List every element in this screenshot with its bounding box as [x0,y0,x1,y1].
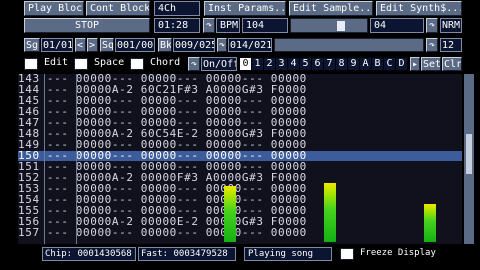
track-digit[interactable]: 4 [288,58,299,70]
slider-value: 04 [370,18,424,33]
clr-button[interactable]: Clr [442,57,462,71]
arrow-icon: ↷ [190,59,198,70]
cont-block-button[interactable]: Cont Block [86,1,150,16]
prev-button[interactable]: < [75,38,86,52]
edit-synth-button[interactable]: Edit Synth$... [376,1,462,16]
bpm-label: BPM [216,18,240,33]
pattern-scrollbar[interactable] [464,74,474,244]
block-toggle-button[interactable]: ↷ [217,38,227,52]
track-digit[interactable]: 9 [348,58,359,70]
lines-toggle-button[interactable]: ↷ [426,38,438,52]
scroll-right-button[interactable]: ▸ [410,57,420,71]
block-label: Bk [158,38,172,52]
bpm-toggle-button[interactable]: ↷ [203,18,215,33]
bpm-value[interactable]: 104 [242,18,288,33]
pattern-editor[interactable]: 143 --- 00000--- 00000--- 00000--- 00000… [18,74,462,244]
track-digit[interactable]: D [396,58,407,70]
arrow-icon: ↷ [205,20,213,31]
track-digit[interactable]: 6 [312,58,323,70]
chord-label: Chord [150,57,181,68]
on-off-toggle-button[interactable]: ↷ [188,57,200,71]
edit-label: Edit [44,57,69,68]
block-scroll-area[interactable] [274,38,424,52]
chip-memory: Chip: 0001430568 [42,247,136,261]
vu-meter-track-2 [224,186,236,242]
space-label: Space [94,57,125,68]
sequence-label: Sq [100,38,114,52]
track-digit[interactable]: 7 [324,58,335,70]
lines-value: 12 [440,38,462,52]
time-display: 01:28 [154,18,200,33]
slider-handle[interactable] [337,21,345,31]
next-button[interactable]: > [87,38,98,52]
block-lines: 014/021 [228,38,272,52]
track-digit[interactable]: B [372,58,383,70]
column-divider [76,74,77,244]
arrow-icon: ↷ [218,40,226,51]
edit-checkbox[interactable] [24,58,38,70]
arrow-icon: ↷ [428,20,436,31]
track-digit[interactable]: 3 [276,58,287,70]
track-digit[interactable]: C [384,58,395,70]
scrollbar-thumb[interactable] [466,134,472,174]
track-digit[interactable]: 0 [240,58,251,70]
column-divider [44,74,45,244]
volume-slider[interactable] [290,18,368,33]
fast-memory: Fast: 0003479528 [138,247,236,261]
freeze-display-checkbox[interactable] [340,248,354,260]
track-digit[interactable]: 2 [264,58,275,70]
edit-sample-button[interactable]: Edit Sample... [289,1,373,16]
on-off-label: On/Off [201,57,237,71]
channels-display: 4Ch [154,1,200,16]
inst-params-button[interactable]: Inst Params... [204,1,286,16]
vu-meter-track-3 [324,183,336,242]
track-digit[interactable]: 5 [300,58,311,70]
sequence-position: 001/001 [115,38,155,52]
set-button[interactable]: Set [421,57,441,71]
pattern-row[interactable]: 157 --- 00000--- 00000--- 00000--- 00000 [18,227,462,238]
track-selector: 0 1 2 3 4 5 6 7 8 9 A B C D [240,58,408,70]
play-block-button[interactable]: Play Block [24,1,84,16]
track-digit[interactable]: 1 [252,58,263,70]
chord-checkbox[interactable] [130,58,144,70]
stop-button[interactable]: STOP [24,18,150,33]
vu-meter-track-4 [424,204,436,242]
track-digit[interactable]: 8 [336,58,347,70]
space-checkbox[interactable] [74,58,88,70]
status-text: Playing song [244,247,332,261]
block-number: 009/025 [173,38,215,52]
track-digit[interactable]: A [360,58,371,70]
nrm-label: NRM [440,18,462,33]
arrow-icon: ↷ [428,40,436,51]
nrm-toggle-button[interactable]: ↷ [426,18,438,33]
freeze-display-label: Freeze Display [360,248,436,258]
chevron-right-icon: ▸ [411,59,419,70]
song-position: 01/01 [41,38,73,52]
song-label: Sg [24,38,40,52]
